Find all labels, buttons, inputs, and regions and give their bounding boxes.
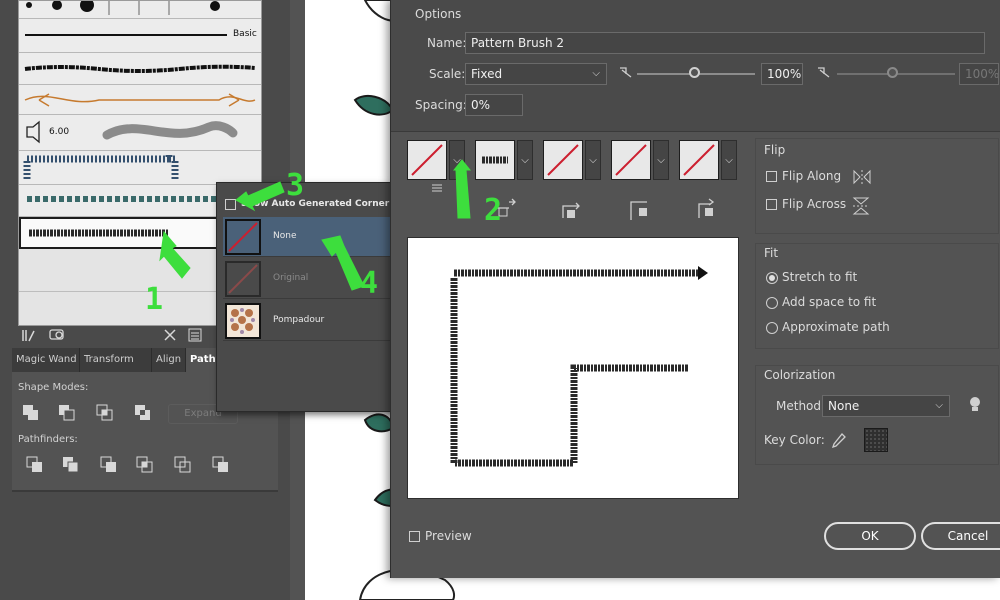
annotation-number-1: 1 [145,282,164,317]
arrow-1 [159,230,191,279]
annotation-number-4: 4 [360,266,379,301]
annotation-number-2: 2 [484,193,503,228]
arrow-3 [235,181,285,212]
arrow-4 [321,235,365,291]
arrow-2 [452,159,472,219]
annotation-number-3: 3 [286,168,305,203]
